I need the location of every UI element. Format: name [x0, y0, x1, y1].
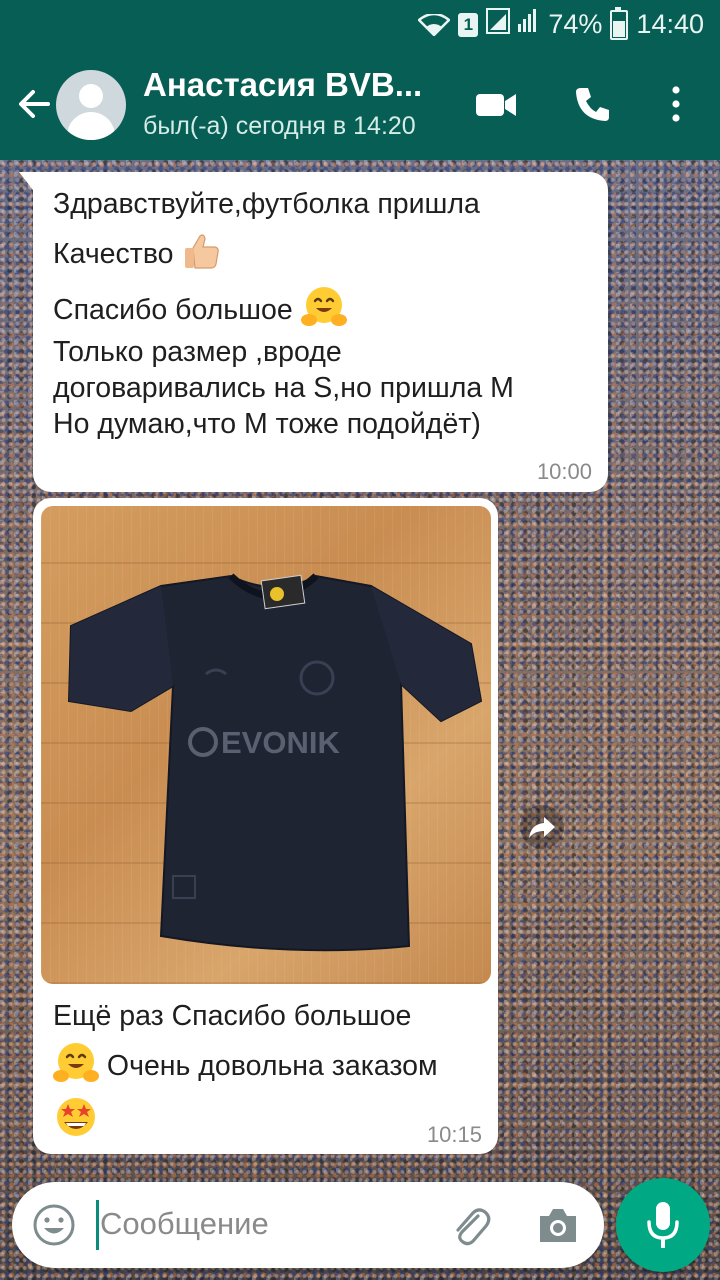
forward-icon[interactable] [520, 805, 564, 849]
thumbs-up-emoji-icon [181, 230, 223, 281]
hugging-face-emoji-icon [300, 284, 347, 339]
message-line: Очень довольна заказом [106, 1050, 438, 1083]
battery-icon [610, 6, 629, 40]
attach-icon[interactable] [448, 1202, 494, 1253]
message-placeholder: Сообщение [100, 1206, 269, 1241]
phone-icon[interactable] [572, 84, 612, 124]
microphone-icon [647, 1202, 679, 1248]
message-line: Но думаю,что M тоже подойдёт) [53, 408, 481, 440]
message-line: Спасибо большое [53, 294, 293, 327]
video-call-icon[interactable] [474, 84, 518, 124]
avatar[interactable] [56, 70, 126, 140]
mic-button[interactable] [616, 1178, 710, 1272]
message-line: Здравствуйте,футболка пришла [53, 188, 480, 220]
message-line: Качество [53, 238, 174, 271]
contact-name[interactable]: Анастасия BVB... [143, 66, 422, 104]
status-bar: 1 74% 14:40 [0, 0, 720, 50]
message-line-with-emoji [53, 1094, 99, 1149]
camera-icon[interactable] [536, 1204, 580, 1251]
sim-icon: 1 [458, 12, 479, 37]
clock: 14:40 [636, 9, 704, 39]
message-timestamp: 10:15 [426, 1122, 482, 1147]
message-bubble-photo[interactable]: EVONIK Ещё раз Спасибо большое Очень дов… [33, 498, 498, 1154]
back-arrow-icon[interactable] [14, 84, 54, 124]
message-timestamp: 10:00 [536, 459, 592, 484]
star-struck-emoji-icon [53, 1094, 99, 1149]
message-line: договаривались на S,но пришла M [53, 372, 514, 404]
wifi-icon [418, 13, 451, 36]
jersey-sponsor-text: EVONIK [221, 725, 340, 760]
message-line: Только размер ,вроде [53, 336, 342, 368]
hugging-face-emoji-icon [53, 1040, 99, 1095]
text-cursor [96, 1200, 99, 1250]
message-line-with-emoji: Очень довольна заказом [53, 1040, 438, 1095]
more-vert-icon[interactable] [666, 84, 686, 124]
emoji-icon[interactable] [32, 1203, 76, 1252]
jersey-illustration: EVONIK [67, 573, 483, 952]
signal-icon [486, 8, 540, 41]
photo-image[interactable]: EVONIK [41, 506, 491, 984]
message-line-with-emoji: Спасибо большое [53, 284, 347, 339]
app-header: 1 74% 14:40 Анастасия BVB... был(-а) сег… [0, 0, 720, 160]
message-line: Ещё раз Спасибо большое [53, 1000, 412, 1032]
message-input[interactable]: Сообщение [12, 1182, 604, 1268]
last-seen-status: был(-а) сегодня в 14:20 [143, 112, 416, 140]
message-line-with-emoji: Качество [53, 230, 223, 281]
message-bubble-incoming[interactable]: Здравствуйте,футболка пришла Качество Сп… [19, 172, 608, 492]
battery-percent: 74% [548, 9, 603, 39]
